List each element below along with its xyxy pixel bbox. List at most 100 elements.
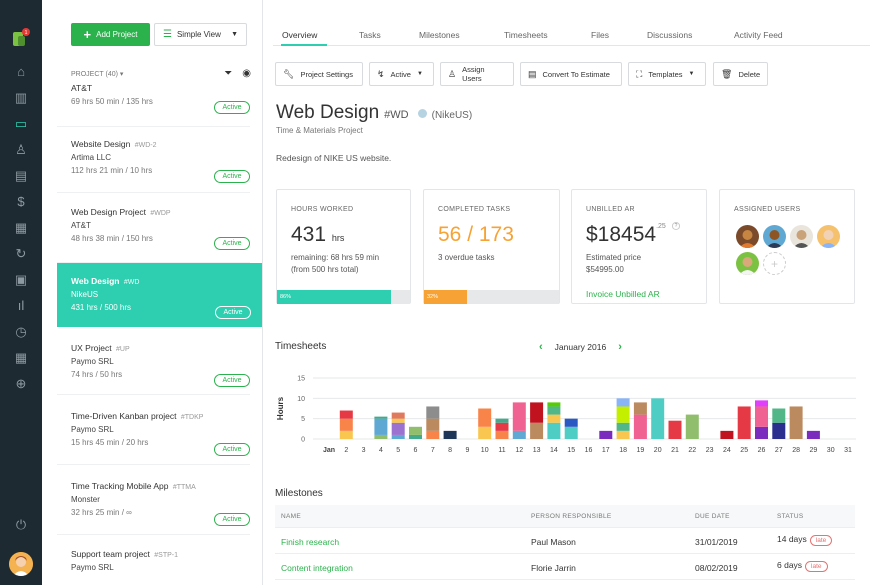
calendar-icon[interactable]: ▦ bbox=[12, 348, 30, 366]
tasks-value: 56 / 173 bbox=[438, 223, 514, 246]
x-tick-label: 17 bbox=[602, 447, 610, 454]
x-tick-label: 23 bbox=[706, 447, 714, 454]
project-list-item[interactable]: UX Project #UP Paymo SRL 74 hrs / 50 hrs… bbox=[57, 327, 250, 395]
x-tick-label: 11 bbox=[498, 447, 505, 454]
color-dot bbox=[417, 109, 427, 118]
project-list-item-selected[interactable]: Web Design #WD NikeUS 431 hrs / 500 hrs … bbox=[57, 263, 262, 327]
table-row[interactable]: Content integration Florie Jarrin 08/02/… bbox=[275, 554, 855, 580]
project-list-item[interactable]: Website Design #WD-2 Artima LLC 112 hrs … bbox=[57, 127, 250, 193]
project-list-item[interactable]: AT&T 69 hrs 50 min / 135 hrs Active bbox=[57, 83, 250, 127]
view-mode-select[interactable]: ☰ Simple View ▼ bbox=[154, 23, 247, 46]
x-tick-label: 2 bbox=[344, 447, 348, 454]
project-list-item[interactable]: Time-Driven Kanban project #TDKP Paymo S… bbox=[57, 395, 250, 465]
avatar[interactable] bbox=[9, 552, 33, 576]
prev-month-button[interactable]: ‹ bbox=[539, 341, 543, 353]
invoice-unbilled-link[interactable]: Invoice Unbilled AR bbox=[586, 289, 660, 299]
y-tick-label: 10 bbox=[297, 396, 305, 403]
bar-segment bbox=[391, 418, 405, 423]
bar-segment bbox=[720, 430, 734, 439]
column-header[interactable]: NAME bbox=[281, 513, 301, 520]
avatar[interactable] bbox=[736, 252, 759, 275]
status-dropdown[interactable]: ↯ Active ▼ bbox=[369, 62, 434, 86]
project-settings-button[interactable]: 🔧︎ Project Settings bbox=[275, 62, 363, 86]
bar-segment bbox=[478, 408, 492, 427]
project-name: UX Project bbox=[71, 343, 112, 353]
avatar[interactable] bbox=[790, 225, 813, 248]
x-tick-label: 15 bbox=[567, 447, 575, 454]
power-icon[interactable]: ⏻ bbox=[12, 515, 30, 533]
dollar-icon[interactable]: $ bbox=[12, 192, 30, 210]
folder-icon[interactable]: ▭ bbox=[12, 114, 30, 132]
estimated-price: Estimated price $54995.00 bbox=[586, 252, 641, 276]
add-user-button[interactable]: + bbox=[763, 252, 786, 275]
project-list-item[interactable]: Time Tracking Mobile App #TTMA Monster 3… bbox=[57, 465, 250, 535]
tab-discussions[interactable]: Discussions bbox=[647, 30, 692, 40]
late-badge: late bbox=[805, 561, 828, 572]
tab-timesheets[interactable]: Timesheets bbox=[504, 30, 548, 40]
bar-segment bbox=[339, 410, 353, 419]
column-header[interactable]: STATUS bbox=[777, 513, 803, 520]
bar-segment bbox=[495, 430, 509, 439]
column-header[interactable]: DUE DATE bbox=[695, 513, 730, 520]
building-icon[interactable]: ▥ bbox=[12, 88, 30, 106]
bar-segment bbox=[564, 426, 578, 439]
project-list-item[interactable]: Web Design Project #WDP AT&T 48 hrs 38 m… bbox=[57, 193, 250, 263]
assign-users-button[interactable]: ♙ Assign Users bbox=[440, 62, 514, 86]
wallet-icon[interactable]: ▣ bbox=[12, 270, 30, 288]
project-list-item[interactable]: Support team project #STP-1 Paymo SRL bbox=[57, 535, 250, 585]
avatar[interactable] bbox=[817, 225, 840, 248]
tab-overview[interactable]: Overview bbox=[282, 30, 317, 40]
project-name: Web Design bbox=[71, 276, 120, 286]
hours-total: (from 500 hrs total) bbox=[291, 265, 359, 274]
clock-icon[interactable]: ◷ bbox=[12, 322, 30, 340]
avatar[interactable] bbox=[763, 225, 786, 248]
help-icon[interactable]: ? bbox=[671, 222, 681, 230]
milestones-table: NAME PERSON RESPONSIBLE DUE DATE STATUS … bbox=[275, 505, 855, 580]
column-header[interactable]: PERSON RESPONSIBLE bbox=[531, 513, 612, 520]
bar-segment bbox=[409, 434, 422, 439]
bar-segment bbox=[806, 430, 820, 439]
month-navigator: ‹ January 2016 › bbox=[539, 341, 622, 353]
refresh-icon[interactable]: ↻ bbox=[12, 244, 30, 262]
bar-segment bbox=[633, 402, 647, 415]
add-circle-icon[interactable]: ⊕ bbox=[12, 374, 30, 392]
home-icon[interactable]: ⌂ bbox=[12, 62, 30, 80]
add-project-label: Add Project bbox=[96, 30, 138, 39]
bar-segment bbox=[651, 398, 665, 439]
milestone-name[interactable]: Finish research bbox=[281, 537, 339, 547]
tab-milestones[interactable]: Milestones bbox=[419, 30, 460, 40]
project-list-panel: + Add Project ☰ Simple View ▼ PROJECT (4… bbox=[42, 0, 263, 585]
filter-icon[interactable]: ⏷ bbox=[224, 68, 232, 79]
delete-button[interactable]: 🗑︎ Delete bbox=[713, 62, 768, 86]
bar-segment bbox=[599, 430, 613, 439]
milestone-name[interactable]: Content integration bbox=[281, 563, 353, 573]
bar-segment bbox=[547, 422, 561, 439]
assign-users-label: Assign Users bbox=[462, 65, 485, 83]
project-count-sort[interactable]: PROJECT (40) ▾ bbox=[71, 70, 123, 78]
convert-to-estimate-button[interactable]: ▤ Convert To Estimate bbox=[520, 62, 622, 86]
project-description: Redesign of NIKE US website. bbox=[276, 153, 392, 163]
user-icon[interactable]: ♙ bbox=[12, 140, 30, 158]
table-row[interactable]: Finish research Paul Mason 31/01/2019 14… bbox=[275, 528, 855, 554]
tab-activity-feed[interactable]: Activity Feed bbox=[734, 30, 783, 40]
overdue-tasks: 3 overdue tasks bbox=[438, 253, 495, 262]
avatar[interactable] bbox=[736, 225, 759, 248]
invoice-icon[interactable]: ▤ bbox=[12, 166, 30, 184]
reports-icon[interactable]: ıl bbox=[12, 296, 30, 314]
hours-unit: hrs bbox=[331, 233, 345, 243]
project-code: #TDKP bbox=[180, 414, 204, 421]
templates-dropdown[interactable]: ⛶ Templates ▼ bbox=[628, 62, 706, 86]
eye-icon[interactable]: ◉ bbox=[242, 68, 251, 79]
project-code: #WD bbox=[123, 279, 140, 286]
tab-tasks[interactable]: Tasks bbox=[359, 30, 381, 40]
add-project-button[interactable]: + Add Project bbox=[71, 23, 150, 46]
project-client[interactable]: (NikeUS) bbox=[432, 110, 473, 121]
paymo-logo-icon[interactable]: 1 bbox=[10, 28, 32, 50]
project-client: Paymo SRL bbox=[71, 425, 114, 434]
bar-segment bbox=[772, 422, 786, 439]
active-tab-indicator bbox=[281, 44, 327, 46]
next-month-button[interactable]: › bbox=[618, 341, 622, 353]
calculator-icon[interactable]: ▦ bbox=[12, 218, 30, 236]
hours-number: 431 bbox=[291, 223, 327, 246]
tab-files[interactable]: Files bbox=[591, 30, 609, 40]
